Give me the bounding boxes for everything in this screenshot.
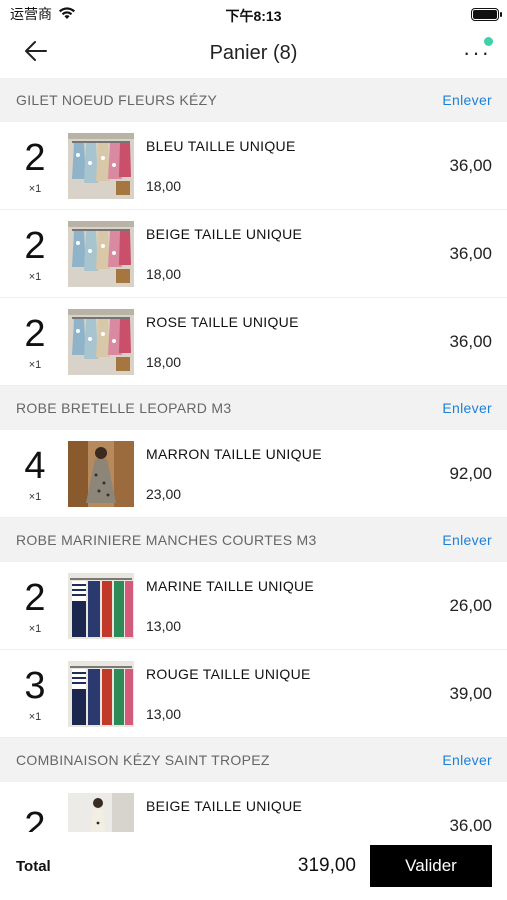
nav-bar: Panier (8) ··· [0,28,507,78]
quantity[interactable]: 2 ×1 [16,577,54,635]
leopard-dress-photo [68,440,134,507]
quantity-multiplier: ×1 [28,270,42,283]
validate-button[interactable]: Valider [370,845,492,887]
quantity-multiplier: ×1 [28,622,42,635]
group-header: ROBE BRETELLE LEOPARD M3 Enlever [0,386,507,430]
remove-group-button[interactable]: Enlever [442,532,492,548]
item-info: ROSE TAILLE UNIQUE 18,00 [146,314,432,370]
variant-label: ROUGE TAILLE UNIQUE [146,665,311,682]
gilet-photo [68,308,134,375]
unit-price: 18,00 [146,265,182,282]
battery-icon [471,7,502,21]
cart-footer: Total 319,00 Valider [0,832,507,900]
line-total: 36,00 [449,243,492,263]
cart-item[interactable]: 3 ×1 ROUGE TAILLE UNIQUE 13,00 39,00 [0,650,507,738]
unit-price: 23,00 [146,485,182,502]
group-header: COMBINAISON KÉZY SAINT TROPEZ Enlever [0,738,507,782]
quantity-multiplier: ×1 [28,358,42,371]
line-total: 36,00 [449,331,492,351]
quantity-value: 2 [24,576,46,619]
cart-item[interactable]: 2 ×1 BLEU TAILLE UNIQUE 18,00 36,00 [0,122,507,210]
page-title: Panier (8) [209,41,298,64]
group-title: COMBINAISON KÉZY SAINT TROPEZ [16,752,270,768]
unit-price: 18,00 [146,177,182,194]
unit-price: 13,00 [146,705,182,722]
group-title: GILET NOEUD FLEURS KÉZY [16,92,218,108]
variant-label: ROSE TAILLE UNIQUE [146,313,299,330]
item-info: MARINE TAILLE UNIQUE 13,00 [146,578,432,634]
cart-item[interactable]: 2 ×1 BEIGE TAILLE UNIQUE 18,00 36,00 [0,210,507,298]
quantity-value: 2 [24,224,46,267]
group-header: GILET NOEUD FLEURS KÉZY Enlever [0,78,507,122]
quantity[interactable]: 2 ×1 [16,225,54,283]
quantity-multiplier: ×1 [28,182,42,195]
variant-label: BLEU TAILLE UNIQUE [146,137,296,154]
striped-dress-photo [68,572,134,639]
variant-label: BEIGE TAILLE UNIQUE [146,797,303,814]
notification-dot [484,37,493,46]
variant-label: MARRON TAILLE UNIQUE [146,445,322,462]
remove-group-button[interactable]: Enlever [442,752,492,768]
line-total: 92,00 [449,463,492,483]
quantity-multiplier: ×1 [28,710,42,723]
wifi-icon [58,6,76,23]
line-total: 26,00 [449,595,492,615]
gilet-photo [68,132,134,199]
quantity-value: 2 [24,312,46,355]
variant-label: MARINE TAILLE UNIQUE [146,577,315,594]
striped-dress-photo [68,660,134,727]
unit-price: 18,00 [146,353,182,370]
group-title: ROBE MARINIERE MANCHES COURTES M3 [16,532,317,548]
line-total: 39,00 [449,683,492,703]
status-left: 运营商 [10,4,76,24]
item-info: BEIGE TAILLE UNIQUE 18,00 [146,226,432,282]
item-info: BLEU TAILLE UNIQUE 18,00 [146,138,432,194]
quantity[interactable]: 2 ×1 [16,313,54,371]
group-title: ROBE BRETELLE LEOPARD M3 [16,400,232,416]
gilet-photo [68,220,134,287]
battery-fill [473,9,497,19]
line-total: 36,00 [449,155,492,175]
quantity-multiplier: ×1 [28,490,42,503]
total-label: Total [16,857,51,875]
remove-group-button[interactable]: Enlever [442,400,492,416]
cart-list[interactable]: GILET NOEUD FLEURS KÉZY Enlever 2 ×1 BLE… [0,78,507,840]
item-info: ROUGE TAILLE UNIQUE 13,00 [146,666,432,722]
cart-item[interactable]: 2 ×1 ROSE TAILLE UNIQUE 18,00 36,00 [0,298,507,386]
back-arrow-icon [24,40,48,67]
total-value: 319,00 [297,855,356,876]
quantity-value: 3 [24,664,46,707]
remove-group-button[interactable]: Enlever [442,92,492,108]
group-header: ROBE MARINIERE MANCHES COURTES M3 Enleve… [0,518,507,562]
unit-price: 13,00 [146,617,182,634]
quantity-value: 2 [24,136,46,179]
cart-item[interactable]: 4 ×1 MARRON TAILLE UNIQUE 23,00 92,00 [0,430,507,518]
item-info: MARRON TAILLE UNIQUE 23,00 [146,446,432,502]
status-bar: 运营商 [0,0,507,28]
quantity-value: 4 [24,444,46,487]
quantity[interactable]: 3 ×1 [16,665,54,723]
quantity[interactable]: 4 ×1 [16,445,54,503]
cart-item[interactable]: 2 ×1 MARINE TAILLE UNIQUE 13,00 26,00 [0,562,507,650]
variant-label: BEIGE TAILLE UNIQUE [146,225,303,242]
more-options-button[interactable]: ··· [451,33,493,73]
quantity[interactable]: 2 ×1 [16,137,54,195]
back-button[interactable] [16,33,56,73]
carrier-name: 运营商 [10,6,52,22]
